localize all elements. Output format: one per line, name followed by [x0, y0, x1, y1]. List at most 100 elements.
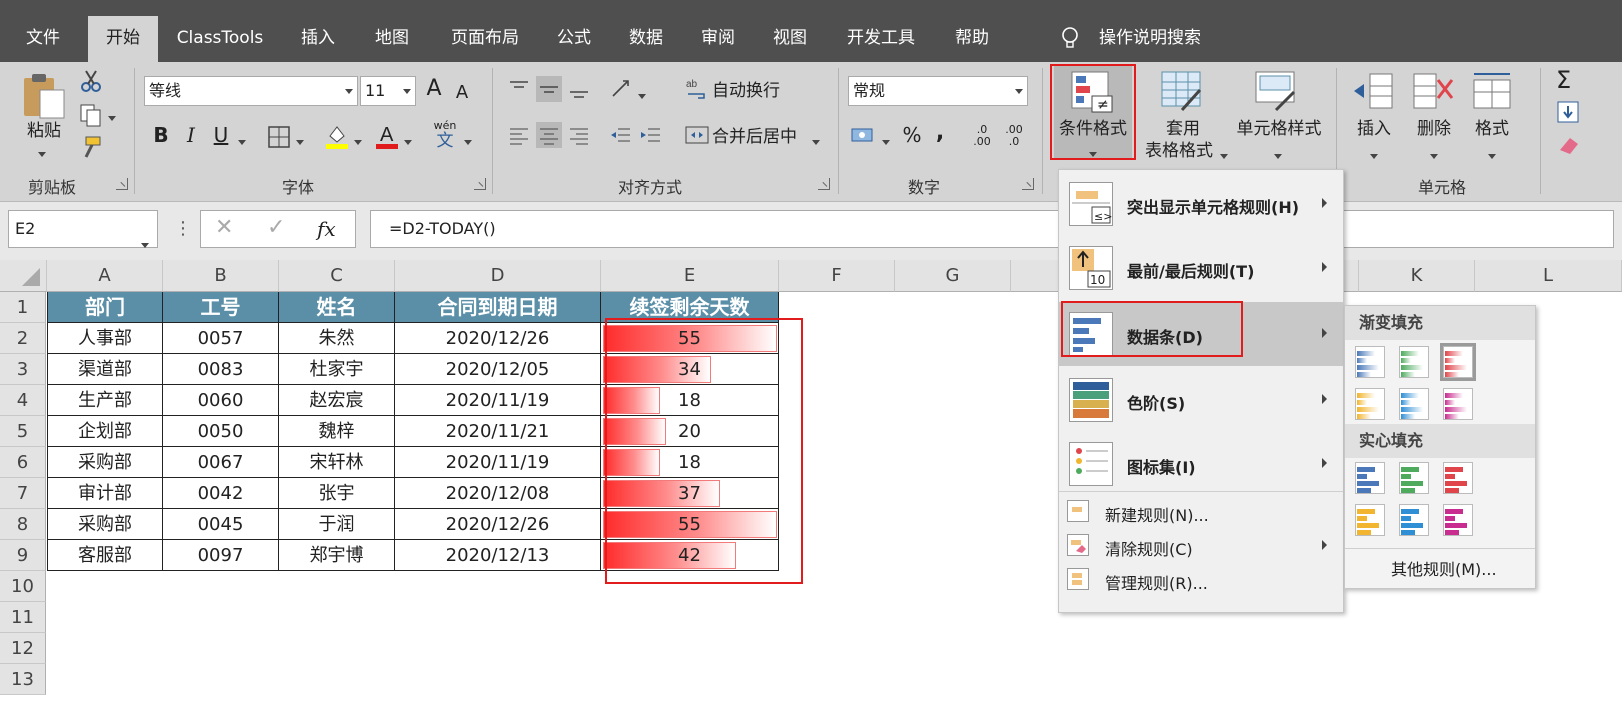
fill-color-icon[interactable]	[324, 122, 350, 149]
align-top-icon[interactable]	[506, 76, 532, 102]
table-cell[interactable]: 2020/11/19	[395, 447, 601, 478]
insert-cells-icon[interactable]	[1352, 70, 1396, 114]
header-cell[interactable]: 合同到期日期	[395, 292, 601, 323]
table-cell[interactable]: 0042	[163, 478, 279, 509]
table-cell[interactable]: 0045	[163, 509, 279, 540]
font-name-select[interactable]: 等线	[144, 76, 358, 106]
row-header-6[interactable]: 6	[0, 447, 46, 478]
table-cell[interactable]: 生产部	[47, 385, 163, 416]
wrap-text-icon[interactable]: ab	[684, 76, 710, 102]
currency-dropdown[interactable]	[882, 134, 890, 150]
grow-font-button[interactable]: A	[422, 78, 446, 100]
table-cell[interactable]: 0057	[163, 323, 279, 354]
increase-indent-icon[interactable]	[638, 122, 664, 148]
row-header-10[interactable]: 10	[0, 571, 46, 602]
autosum-icon[interactable]: Σ	[1556, 66, 1571, 94]
table-cell[interactable]: 0097	[163, 540, 279, 571]
table-cell[interactable]: 张宇	[279, 478, 395, 509]
tab-formulas[interactable]: 公式	[546, 16, 602, 62]
increase-decimal-button[interactable]: .0 .00	[968, 124, 996, 148]
fill-icon[interactable]	[1556, 100, 1582, 126]
enter-icon[interactable]: ✓	[267, 215, 285, 240]
solid-swatch[interactable]	[1399, 504, 1429, 536]
gradient-swatch[interactable]	[1355, 388, 1385, 420]
underline-button[interactable]: U	[210, 124, 232, 146]
font-color-dropdown[interactable]	[404, 134, 412, 150]
orientation-dropdown[interactable]	[638, 88, 646, 104]
column-header-g[interactable]: G	[895, 260, 1011, 292]
header-cell[interactable]: 部门	[47, 292, 163, 323]
merge-dropdown[interactable]	[812, 134, 820, 150]
cell-styles-button[interactable]: 单元格样式	[1224, 118, 1334, 140]
select-all-corner[interactable]	[0, 260, 47, 292]
table-cell[interactable]: 0083	[163, 354, 279, 385]
underline-dropdown[interactable]	[238, 134, 246, 150]
tab-map[interactable]: 地图	[364, 16, 420, 62]
row-header-7[interactable]: 7	[0, 478, 46, 509]
menu-item-clear-rules[interactable]: 清除规则(C)	[1059, 528, 1343, 562]
wrap-text-button[interactable]: 自动换行	[712, 80, 780, 102]
phonetic-dropdown[interactable]	[464, 134, 472, 150]
font-launcher[interactable]	[474, 178, 486, 190]
cell-styles-dropdown[interactable]	[1274, 148, 1282, 164]
format-as-table-icon[interactable]	[1160, 70, 1204, 114]
row-header-13[interactable]: 13	[0, 664, 46, 695]
table-cell[interactable]: 2020/11/21	[395, 416, 601, 447]
row-header-11[interactable]: 11	[0, 602, 46, 633]
menu-item-icon-sets[interactable]: 图标集(I)	[1059, 432, 1343, 496]
delete-cells-dropdown[interactable]	[1430, 148, 1438, 164]
comma-button[interactable]: ,	[932, 122, 948, 144]
column-header-b[interactable]: B	[163, 260, 279, 292]
format-cells-icon[interactable]	[1470, 70, 1514, 114]
menu-item-new-rule[interactable]: 新建规则(N)...	[1059, 494, 1343, 528]
font-size-select[interactable]: 11	[360, 76, 416, 106]
align-left-icon[interactable]	[506, 122, 532, 148]
column-header-l[interactable]: L	[1475, 260, 1622, 292]
header-cell[interactable]: 姓名	[279, 292, 395, 323]
table-cell[interactable]: 2020/12/26	[395, 323, 601, 354]
format-painter-icon[interactable]	[78, 134, 104, 160]
gradient-swatch[interactable]	[1443, 388, 1473, 420]
gradient-swatch[interactable]	[1355, 346, 1385, 378]
more-rules-item[interactable]: 其他规则(M)...	[1391, 556, 1497, 580]
cut-icon[interactable]	[78, 68, 104, 94]
table-cell[interactable]: 渠道部	[47, 354, 163, 385]
gradient-swatch[interactable]	[1399, 388, 1429, 420]
decrease-decimal-button[interactable]: .00 .0	[1000, 124, 1028, 148]
tab-help[interactable]: 帮助	[944, 16, 1000, 62]
name-box[interactable]: E2	[8, 210, 158, 248]
tab-review[interactable]: 审阅	[690, 16, 746, 62]
gradient-swatch[interactable]	[1440, 343, 1476, 381]
table-cell[interactable]: 2020/12/13	[395, 540, 601, 571]
table-cell[interactable]: 0067	[163, 447, 279, 478]
more-options-icon[interactable]: ⋮	[174, 218, 192, 239]
table-cell[interactable]: 2020/12/26	[395, 509, 601, 540]
cancel-icon[interactable]: ✕	[215, 215, 233, 240]
format-as-table-line1[interactable]: 套用	[1158, 118, 1208, 140]
cell-styles-icon[interactable]	[1254, 70, 1298, 114]
tab-classtools[interactable]: ClassTools	[168, 16, 272, 62]
table-cell[interactable]: 0060	[163, 385, 279, 416]
table-cell[interactable]: 杜家宇	[279, 354, 395, 385]
table-cell[interactable]: 宋轩林	[279, 447, 395, 478]
table-cell[interactable]: 2020/12/08	[395, 478, 601, 509]
tab-page-layout[interactable]: 页面布局	[440, 16, 530, 62]
table-cell[interactable]: 魏梓	[279, 416, 395, 447]
column-header-k[interactable]: K	[1359, 260, 1475, 292]
italic-button[interactable]: I	[180, 124, 202, 146]
menu-item-highlight-rules[interactable]: ≤> 突出显示单元格规则(H)	[1059, 172, 1343, 236]
borders-icon[interactable]	[266, 124, 292, 150]
table-cell[interactable]: 2020/11/19	[395, 385, 601, 416]
row-header-9[interactable]: 9	[0, 540, 46, 571]
delete-cells-icon[interactable]	[1412, 70, 1456, 114]
delete-cells-button[interactable]: 删除	[1412, 118, 1456, 140]
format-cells-button[interactable]: 格式	[1470, 118, 1514, 140]
insert-cells-dropdown[interactable]	[1370, 148, 1378, 164]
solid-swatch[interactable]	[1355, 504, 1385, 536]
row-header-2[interactable]: 2	[0, 323, 46, 354]
tab-view[interactable]: 视图	[762, 16, 818, 62]
menu-item-color-scales[interactable]: 色阶(S)	[1059, 368, 1343, 432]
borders-dropdown[interactable]	[296, 134, 304, 150]
table-cell[interactable]: 客服部	[47, 540, 163, 571]
bold-button[interactable]: B	[150, 124, 172, 146]
